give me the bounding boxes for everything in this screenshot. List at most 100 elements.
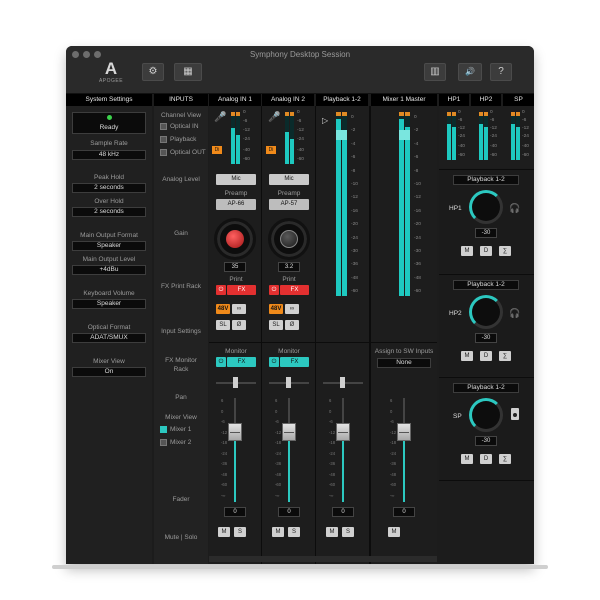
sp-source-select[interactable]: Playback 1-2 [453,383,519,393]
analog2-gain-knob[interactable] [268,218,310,260]
analog2-print-fx-button[interactable]: FX [280,285,309,295]
inputs-label-column: Channel View Optical IN Playback Optical… [154,106,208,564]
playback-mute-button[interactable]: M [326,527,338,537]
playback-pan-slider[interactable] [340,377,345,388]
sp-volume-knob[interactable] [469,398,503,432]
analog2-phase-button[interactable]: Ø [285,320,299,330]
settings-button[interactable]: ⚙ [142,63,164,81]
analog1-fader-handle[interactable] [228,423,242,441]
analog1-print-power-button[interactable]: ⏻ [216,285,226,295]
status-text: Ready [99,124,119,131]
hp1-mute-button[interactable]: M [461,246,473,256]
divider [315,106,316,564]
hp1-meter-right [452,112,456,160]
optical-in-checkbox[interactable] [160,123,167,130]
playback-solo-button[interactable]: S [342,527,354,537]
assign-sw-inputs-select[interactable]: None [377,358,431,368]
hp2-sum-button[interactable]: ∑ [499,351,511,361]
hp2-dim-button[interactable]: D [480,351,492,361]
window-title: Symphony Desktop Session [249,50,351,59]
hp1-sum-button[interactable]: ∑ [499,246,511,256]
analog1-pan-slider[interactable] [233,377,238,388]
playback-checkbox[interactable] [160,136,167,143]
peak-hold-label: Peak Hold [94,174,124,181]
analog2-soft-limit-button[interactable]: SL [269,320,283,330]
analog1-level-select[interactable]: Mic [216,174,256,185]
analog2-monitor-power-button[interactable]: ⏻ [269,357,279,367]
sp-mute-button[interactable]: M [461,454,473,464]
over-hold-label: Over Hold [94,198,124,205]
layout-button[interactable]: ▦ [174,63,202,81]
main-output-level-label: Main Output Level [82,256,136,263]
header-mixer-master: Mixer 1 Master [371,94,437,106]
peak-hold-select[interactable]: 2 seconds [72,183,146,193]
hp1-dim-button[interactable]: D [480,246,492,256]
horizontal-scrollbar[interactable] [209,556,437,562]
analog2-gain-value: 3.2 [278,262,300,272]
fader-label: Fader [172,496,190,503]
hp1-volume-knob[interactable] [469,190,503,224]
analog1-monitor-fx-button[interactable]: FX [227,357,256,367]
sp-sum-button[interactable]: ∑ [499,454,511,464]
hp1-source-select[interactable]: Playback 1-2 [453,175,519,185]
meters-button[interactable]: ▥ [424,63,446,81]
app-window: Symphony Desktop Session A APOGEE ⚙ ▦ ▥ … [66,46,534,564]
analog1-soft-limit-button[interactable]: SL [216,320,230,330]
hp2-volume-knob[interactable] [469,295,503,329]
speaker-icon: 🔊 [465,67,475,76]
sample-rate-select[interactable]: 48 kHz [72,150,146,160]
help-button[interactable]: ? [490,63,512,81]
analog1-monitor-power-button[interactable]: ⏻ [216,357,226,367]
analog2-pan-slider[interactable] [286,377,291,388]
meters-icon: ▥ [430,66,440,77]
analog2-monitor-fx-button[interactable]: FX [280,357,309,367]
analog2-fader-handle[interactable] [282,423,296,441]
analog1-fader-value: 0 [224,507,246,517]
speaker-icon [511,408,519,420]
analog1-print-label: Print [229,276,243,283]
main-output-format-select[interactable]: Speaker [72,241,146,251]
analog2-mute-button[interactable]: M [272,527,284,537]
main-output-level-select[interactable]: +4dBu [72,265,146,275]
mixer-view-select[interactable]: On [72,367,146,377]
analog1-mute-button[interactable]: M [218,527,230,537]
optical-out-checkbox[interactable] [160,149,167,156]
analog2-level-select[interactable]: Mic [269,174,309,185]
hp2-label: HP2 [449,310,462,317]
analog1-phase-button[interactable]: Ø [232,320,246,330]
analog1-48v-button[interactable]: 48V [216,304,230,314]
hp2-mute-button[interactable]: M [461,351,473,361]
hp2-source-select[interactable]: Playback 1-2 [453,280,519,290]
sp-volume-value: -30 [475,436,497,446]
analog1-fader-level [234,432,236,502]
analog2-print-power-button[interactable]: ⏻ [269,285,279,295]
sp-meter-right [516,112,520,160]
over-hold-select[interactable]: 2 seconds [72,207,146,217]
analog1-solo-button[interactable]: S [234,527,246,537]
analog2-48v-button[interactable]: 48V [269,304,283,314]
sp-dim-button[interactable]: D [480,454,492,464]
mixer2-checkbox[interactable] [160,439,167,446]
analog2-link-button[interactable]: ∞ [285,304,299,314]
mixer1-checkbox[interactable] [160,426,167,433]
analog1-print-fx-button[interactable]: FX [227,285,256,295]
master-fader-handle[interactable] [397,423,411,441]
output-hp1: Playback 1-2 HP1 🎧 -30 M D ∑ [439,169,534,273]
master-mute-button[interactable]: M [388,527,400,537]
speaker-button[interactable]: 🔊 [458,63,482,81]
analog1-gain-knob[interactable] [214,218,256,260]
analog2-preamp-select[interactable]: AP-57 [269,199,309,210]
master-meter-highlight [399,130,410,140]
optical-format-select[interactable]: ADAT/SMUX [72,333,146,343]
output-hp2: Playback 1-2 HP2 🎧 -30 M D ∑ [439,274,534,376]
analog1-preamp-select[interactable]: AP-66 [216,199,256,210]
divider [369,106,371,564]
pan-label: Pan [175,394,187,401]
help-icon: ? [498,66,504,77]
keyboard-volume-select[interactable]: Speaker [72,299,146,309]
analog1-link-button[interactable]: ∞ [232,304,246,314]
analog2-solo-button[interactable]: S [288,527,300,537]
header-hp2: HP2 [471,94,501,106]
playback-fader-handle[interactable] [336,423,350,441]
play-icon: ▷ [322,116,329,125]
